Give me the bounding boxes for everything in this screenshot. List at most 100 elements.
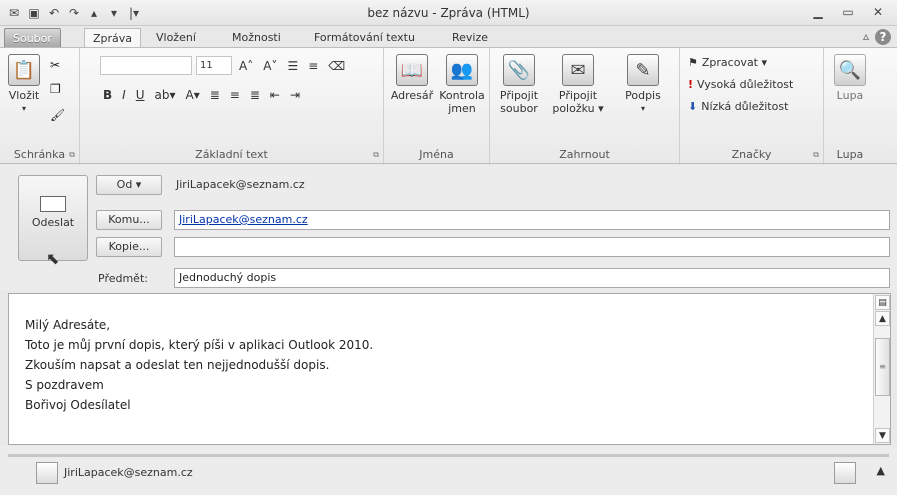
body-line: Bořivoj Odesílatel [25, 398, 131, 412]
basic-text-group: 11 A˄ A˅ ☰ ≡ ⌫ B I U ab▾ A▾ ≣ ≡ ≣ ⇤ ⇥ Zá… [80, 48, 384, 165]
paperclip-icon: 📎 [503, 54, 535, 86]
flag-icon: ⚑ [688, 56, 698, 69]
format-painter-icon[interactable]: 🖌 [50, 108, 65, 122]
body-text: Milý Adresáte, Toto je můj první dopis, … [25, 315, 373, 415]
to-field[interactable]: JiriLapacek@seznam.cz [174, 210, 890, 230]
font-size-combo[interactable]: 11 [196, 56, 232, 75]
zoom-group-label: Lupa [836, 148, 864, 161]
paste-button[interactable]: 📋 Vložit ▾ [6, 54, 42, 115]
window-title: bez názvu - Zpráva (HTML) [367, 6, 530, 20]
magnifier-icon: 🔍 [834, 54, 866, 86]
scroll-down-icon[interactable]: ▼ [875, 428, 890, 443]
mouse-pointer-icon: ⬉ [46, 249, 60, 268]
help-icon[interactable]: ? [875, 29, 891, 45]
people-pane-splitter[interactable] [8, 454, 889, 457]
tab-options[interactable]: Možnosti [224, 28, 289, 48]
check-names-button[interactable]: 👥 Kontrola jmen [436, 54, 488, 115]
font-name-combo[interactable] [100, 56, 192, 75]
basic-text-group-label: Základní text [195, 148, 268, 161]
people-pane-contact[interactable]: JiriLapacek@seznam.cz [64, 466, 193, 479]
signature-button[interactable]: ✎ Podpis ▾ [614, 54, 672, 115]
tab-review[interactable]: Revize [444, 28, 496, 48]
cut-icon[interactable]: ✂ [50, 58, 60, 72]
zoom-group: 🔍 Lupa Lupa [824, 48, 876, 165]
align-center-icon[interactable]: ≡ [227, 88, 243, 102]
names-group-label: Jména [419, 148, 454, 161]
attach-item-button[interactable]: ✉ Připojit položku ▾ [546, 54, 610, 115]
zoom-button[interactable]: 🔍 Lupa [830, 54, 870, 102]
tab-file[interactable]: Soubor [4, 28, 61, 48]
person-placeholder-icon[interactable] [834, 462, 856, 484]
clipboard-group: 📋 Vložit ▾ ✂ ❐ 🖌 Schránka ⧉ [0, 48, 80, 165]
subject-label: Předmět: [98, 272, 148, 285]
italic-icon[interactable]: I [119, 88, 129, 102]
bold-icon[interactable]: B [100, 88, 115, 102]
tab-format-text[interactable]: Formátování textu [306, 28, 423, 48]
tab-insert[interactable]: Vložení [148, 28, 204, 48]
from-button[interactable]: Od ▾ [96, 175, 162, 195]
dialog-launcher-icon[interactable]: ⧉ [813, 150, 819, 160]
signature-icon: ✎ [627, 54, 659, 86]
include-group: 📎 Připojit soubor ✉ Připojit položku ▾ ✎… [490, 48, 680, 165]
restore-icon[interactable]: ▭ [835, 3, 861, 21]
numbering-icon[interactable]: ≡ [305, 59, 321, 73]
names-group: 📖 Adresář 👥 Kontrola jmen Jména [384, 48, 490, 165]
clear-formatting-icon[interactable]: ⌫ [325, 59, 348, 73]
increase-indent-icon[interactable]: ⇥ [287, 88, 303, 102]
message-header: Odeslat ⬉ Od ▾ JiriLapacek@seznam.cz Kom… [0, 165, 897, 290]
ribbon-tabs: Soubor Zpráva Vložení Možnosti Formátová… [0, 26, 897, 48]
exclamation-icon: ! [688, 78, 694, 91]
font-color-icon[interactable]: A▾ [183, 88, 203, 102]
tags-group-label: Značky [731, 148, 772, 161]
clipboard-icon: 📋 [8, 54, 40, 86]
bullets-icon[interactable]: ☰ [284, 59, 301, 73]
underline-icon[interactable]: U [133, 88, 148, 102]
down-arrow-icon: ⬇ [688, 100, 698, 113]
envelope-attach-icon: ✉ [562, 54, 594, 86]
cc-field[interactable] [174, 237, 890, 257]
message-body[interactable]: Milý Adresáte, Toto je můj první dopis, … [8, 293, 891, 445]
scroll-up-icon[interactable]: ▲ [875, 311, 890, 326]
cc-button[interactable]: Kopie... [96, 237, 162, 257]
address-book-button[interactable]: 📖 Adresář [388, 54, 436, 102]
copy-icon[interactable]: ❐ [50, 82, 61, 96]
body-line: Milý Adresáte, [25, 318, 111, 332]
people-pane: JiriLapacek@seznam.cz ▲ [0, 446, 897, 495]
low-importance-button[interactable]: ⬇ Nízká důležitost [688, 100, 788, 113]
follow-up-button[interactable]: ⚑ Zpracovat ▾ [688, 56, 767, 69]
dialog-launcher-icon[interactable]: ⧉ [69, 150, 75, 160]
check-names-icon: 👥 [446, 54, 478, 86]
vertical-scrollbar[interactable]: ▤ ▲ ≡ ▼ [873, 294, 890, 444]
to-recipient[interactable]: JiriLapacek@seznam.cz [179, 213, 308, 226]
tab-message[interactable]: Zpráva [84, 28, 142, 48]
scroll-thumb[interactable]: ≡ [875, 338, 890, 396]
body-line: Toto je můj první dopis, který píši v ap… [25, 338, 374, 352]
decrease-indent-icon[interactable]: ⇤ [267, 88, 283, 102]
shrink-font-icon[interactable]: A˅ [260, 59, 280, 73]
minimize-ribbon-icon[interactable]: ▵ [863, 29, 869, 45]
align-right-icon[interactable]: ≣ [247, 88, 263, 102]
close-icon[interactable]: ✕ [865, 3, 891, 21]
highlight-icon[interactable]: ab▾ [152, 88, 179, 102]
to-button[interactable]: Komu... [96, 210, 162, 230]
include-group-label: Zahrnout [559, 148, 610, 161]
address-book-icon: 📖 [396, 54, 428, 86]
send-envelope-icon [40, 196, 66, 212]
title-bar: ✉ ▣ ↶ ↷ ▴ ▾ |▾ bez názvu - Zpráva (HTML)… [0, 0, 897, 26]
ribbon: 📋 Vložit ▾ ✂ ❐ 🖌 Schránka ⧉ 11 A˄ A˅ ☰ ≡… [0, 47, 897, 165]
from-value: JiriLapacek@seznam.cz [176, 178, 305, 191]
tags-group: ⚑ Zpracovat ▾ ! Vysoká důležitost ⬇ Nízk… [680, 48, 824, 165]
grow-font-icon[interactable]: A˄ [236, 59, 256, 73]
clipboard-group-label: Schránka [13, 148, 66, 161]
contact-avatar-icon[interactable] [36, 462, 58, 484]
subject-field[interactable]: Jednoduchý dopis [174, 268, 890, 288]
attach-file-button[interactable]: 📎 Připojit soubor [494, 54, 544, 115]
align-left-icon[interactable]: ≣ [207, 88, 223, 102]
minimize-icon[interactable]: ▁ [805, 3, 831, 21]
window-controls: ▁ ▭ ✕ [805, 3, 891, 21]
ruler-icon[interactable]: ▤ [875, 295, 890, 310]
body-line: Zkouším napsat a odeslat ten nejjednoduš… [25, 358, 330, 372]
high-importance-button[interactable]: ! Vysoká důležitost [688, 78, 793, 91]
chevron-up-icon[interactable]: ▲ [877, 464, 885, 477]
dialog-launcher-icon[interactable]: ⧉ [373, 150, 379, 160]
